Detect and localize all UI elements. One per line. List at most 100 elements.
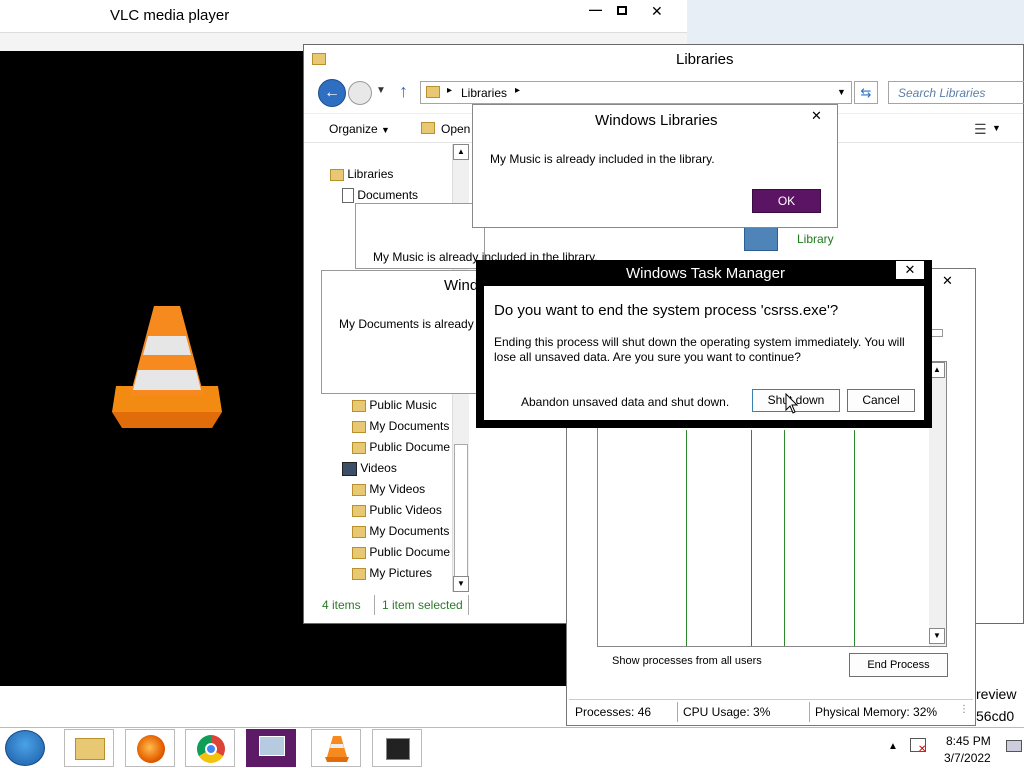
maximize-icon[interactable] — [617, 6, 627, 15]
close-icon[interactable]: ✕ — [651, 3, 663, 20]
folder-icon — [352, 525, 366, 538]
tree-item-videos[interactable]: Videos — [342, 461, 397, 476]
ok-button[interactable]: OK — [752, 189, 821, 213]
tree-label: Public Docume — [369, 545, 451, 559]
open-button[interactable]: Open — [441, 122, 470, 136]
history-dropdown-icon[interactable]: ▼ — [376, 85, 386, 96]
tree-label: Libraries — [347, 167, 394, 181]
column-separator — [854, 430, 855, 646]
folder-icon — [352, 441, 366, 454]
resize-grip-icon[interactable]: ⋮ — [959, 704, 969, 715]
tree-item-my-pictures[interactable]: My Pictures — [352, 566, 432, 580]
start-button[interactable] — [5, 730, 45, 766]
libraries-folder-icon — [312, 53, 326, 65]
vlc-cone-icon — [112, 306, 222, 428]
behind-dialog-2-title: Wind — [444, 277, 479, 294]
network-icon[interactable]: ✕ — [910, 738, 927, 755]
column-separator — [686, 430, 687, 646]
minimize-icon[interactable]: — — [589, 2, 602, 17]
task-manager-taskbar-icon[interactable] — [246, 729, 296, 767]
cpu-usage: CPU Usage: 3% — [683, 705, 771, 719]
cancel-button[interactable]: Cancel — [847, 389, 915, 412]
tree-item-my-documents[interactable]: My Documents — [352, 419, 449, 433]
firefox-taskbar-icon[interactable] — [125, 729, 175, 767]
view-options-icon[interactable]: ☰ — [974, 121, 987, 138]
dialog-close-icon[interactable]: ✕ — [811, 108, 822, 124]
tree-scroll-thumb[interactable] — [454, 444, 468, 584]
library-tile-label[interactable]: Library — [797, 232, 834, 246]
libraries-title: Libraries — [676, 51, 734, 68]
tree-label: Public Docume — [369, 440, 451, 454]
refresh-button[interactable]: ⇆ — [854, 81, 878, 104]
tree-item-documents[interactable]: Documents — [342, 188, 418, 204]
show-desktop-button[interactable] — [1006, 740, 1022, 752]
mouse-cursor-icon — [785, 393, 799, 414]
clock-date[interactable]: 3/7/2022 — [944, 751, 991, 765]
chrome-center-icon — [205, 743, 217, 755]
network-error-icon: ✕ — [918, 744, 927, 755]
clock-time[interactable]: 8:45 PM — [946, 734, 991, 748]
taskmgr-close-icon[interactable]: ✕ — [942, 273, 953, 289]
address-chevron-icon-2: ▸ — [515, 85, 521, 96]
show-all-processes[interactable]: Show processes from all users — [612, 655, 762, 667]
folder-icon — [352, 483, 366, 496]
tree-label: My Videos — [369, 482, 426, 496]
selected-count: 1 item selected — [382, 598, 463, 612]
tree-scroll-up-icon[interactable]: ▲ — [453, 144, 469, 160]
tree-item-public-documents[interactable]: Public Docume — [352, 440, 450, 454]
end-process-button[interactable]: End Process — [849, 653, 948, 677]
process-scroll-down-icon[interactable]: ▼ — [929, 628, 945, 644]
status-divider-2 — [809, 702, 810, 722]
tree-item-public-videos[interactable]: Public Videos — [352, 503, 442, 517]
taskmgr-statusbar: Processes: 46 CPU Usage: 3% Physical Mem… — [569, 699, 973, 723]
tree-item-public-music[interactable]: Public Music — [352, 398, 437, 412]
back-button[interactable]: ← — [318, 79, 346, 107]
vlc-titlebar[interactable]: VLC media player — ✕ — [0, 0, 687, 33]
library-tile-icon[interactable] — [744, 225, 778, 251]
monitor-icon — [259, 736, 285, 756]
explorer-taskbar-icon[interactable] — [64, 729, 114, 767]
tree-item-my-documents-2[interactable]: My Documents — [352, 524, 449, 538]
cmd-taskbar-icon[interactable] — [372, 729, 422, 767]
tree-label: My Documents — [369, 419, 450, 433]
search-input[interactable]: Search Libraries — [888, 81, 1024, 104]
tree-item-my-videos[interactable]: My Videos — [352, 482, 425, 496]
address-dropdown-icon[interactable]: ▼ — [837, 87, 846, 97]
libraries-titlebar[interactable]: Libraries — [304, 45, 1023, 75]
tree-label: Public Music — [369, 398, 437, 412]
show-hidden-icons[interactable]: ▲ — [888, 741, 898, 752]
vlc-title: VLC media player — [110, 7, 230, 24]
dialog-message: My Music is already included in the libr… — [490, 152, 715, 166]
search-placeholder: Search Libraries — [898, 86, 986, 100]
up-arrow-icon[interactable]: ↑ — [399, 81, 408, 102]
end-process-dialog-body: Do you want to end the system process 'c… — [484, 286, 924, 420]
behind-dialog-1: My Music is already included in the libr… — [355, 203, 598, 269]
tree-label: Videos — [360, 461, 397, 475]
tree-scroll-down-icon[interactable]: ▼ — [453, 576, 469, 592]
tree-label: My Documents — [369, 524, 450, 538]
video-icon — [342, 461, 357, 476]
folder-icon — [352, 504, 366, 517]
organize-button[interactable]: Organize ▼ — [329, 122, 390, 136]
forward-button[interactable] — [348, 81, 372, 105]
firefox-icon — [137, 735, 165, 763]
vlc-taskbar-icon[interactable] — [311, 729, 361, 767]
behind-dialog-2: Wind My Documents is already — [321, 270, 481, 394]
address-bar[interactable]: ▸ Libraries ▸ ▼ — [420, 81, 852, 104]
tree-item-public-documents-2[interactable]: Public Docume — [352, 545, 450, 559]
end-process-dialog-close-icon[interactable]: ✕ — [896, 261, 924, 279]
end-process-dialog: Windows Task Manager ✕ Do you want to en… — [476, 260, 932, 428]
dialog-title: Windows Libraries — [595, 112, 718, 129]
libraries-tree-icon — [330, 168, 344, 181]
chrome-taskbar-icon[interactable] — [185, 729, 235, 767]
status-divider-1 — [677, 702, 678, 722]
address-segment[interactable]: Libraries — [461, 86, 507, 100]
processes-count: Processes: 46 — [575, 705, 652, 719]
desktop-top-right — [687, 0, 1024, 45]
tree-label: Public Videos — [369, 503, 442, 517]
view-dropdown-icon[interactable]: ▼ — [992, 123, 1001, 133]
organize-label: Organize — [329, 122, 378, 136]
tree-item-libraries[interactable]: Libraries — [330, 167, 393, 181]
end-process-warning: Ending this process will shut down the o… — [494, 335, 905, 364]
windows-libraries-dialog: Windows Libraries ✕ My Music is already … — [472, 104, 838, 228]
